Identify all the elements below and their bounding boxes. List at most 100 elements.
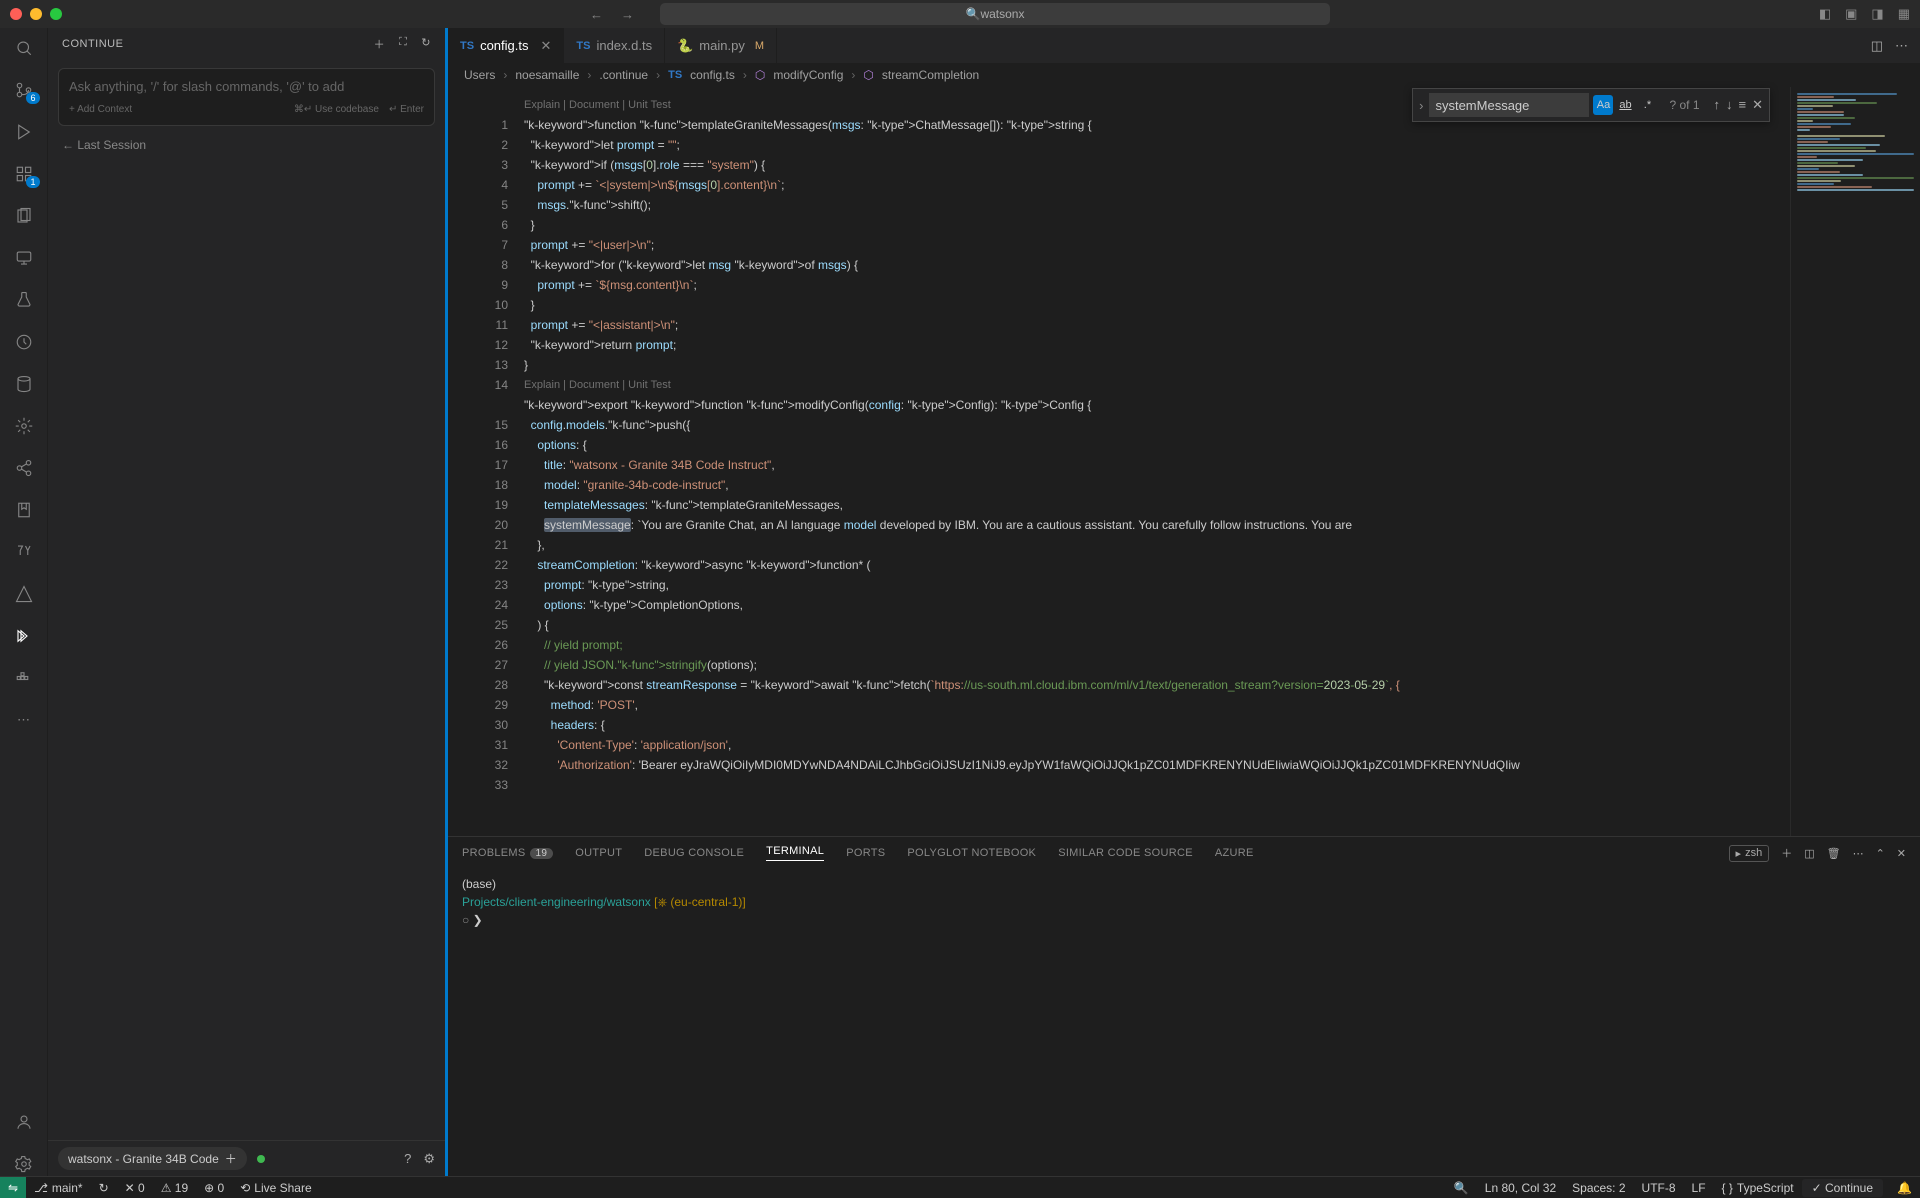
crumb[interactable]: streamCompletion (882, 68, 979, 82)
kill-terminal-icon[interactable]: 🗑 (1827, 847, 1841, 860)
tab-label: main.py (699, 38, 745, 53)
split-editor-icon[interactable]: ◫ (1871, 38, 1883, 54)
live-share[interactable]: ⟲ Live Share (232, 1181, 319, 1195)
panel-tab-ports[interactable]: PORTS (846, 847, 885, 859)
close-window[interactable] (10, 8, 22, 20)
window-controls (10, 8, 62, 20)
add-context-button[interactable]: + Add Context (69, 104, 132, 115)
share-icon[interactable] (12, 456, 36, 480)
docker-icon[interactable] (12, 666, 36, 690)
accounts-icon[interactable] (12, 1110, 36, 1134)
panel-tab-terminal[interactable]: TERMINAL (766, 845, 824, 861)
status-warnings[interactable]: ⚠ 19 (153, 1181, 196, 1195)
more-icon[interactable]: ⋯ (12, 708, 36, 732)
eol[interactable]: LF (1684, 1181, 1714, 1195)
last-session-link[interactable]: ← Last Session (48, 130, 445, 160)
yaml-icon[interactable] (12, 540, 36, 564)
status-bar: ⇋ ⎇ main* ↻ ✕ 0 ⚠ 19 ⊕ 0 ⟲ Live Share 🔍 … (0, 1176, 1920, 1198)
source-control-icon[interactable]: 6 (12, 78, 36, 102)
command-center[interactable]: 🔍 watsonx (660, 3, 1330, 25)
match-word-icon[interactable]: ab (1615, 95, 1635, 115)
history-icon[interactable]: ↻ (421, 36, 431, 52)
status-ports[interactable]: ⊕ 0 (196, 1181, 232, 1195)
remote-explorer-icon[interactable] (12, 246, 36, 270)
crumb[interactable]: modifyConfig (773, 68, 843, 82)
chat-input[interactable]: Ask anything, '/' for slash commands, '@… (58, 68, 435, 126)
customize-layout-icon[interactable]: ▦ (1898, 6, 1910, 22)
panel-tab-problems[interactable]: PROBLEMS19 (462, 847, 553, 859)
panel-tab-similar[interactable]: SIMILAR CODE SOURCE (1058, 847, 1193, 859)
focus-icon[interactable]: ⛶ (399, 36, 407, 52)
new-terminal-icon[interactable]: ＋ (1781, 845, 1792, 861)
status-errors[interactable]: ✕ 0 (117, 1181, 153, 1195)
chat-placeholder: Ask anything, '/' for slash commands, '@… (69, 79, 424, 94)
panel-tab-debug[interactable]: DEBUG CONSOLE (644, 847, 744, 859)
close-panel-icon[interactable]: ✕ (1897, 847, 1906, 860)
panel-tab-azure[interactable]: AZURE (1215, 847, 1254, 859)
find-close-icon[interactable]: ✕ (1752, 97, 1763, 113)
extensions-icon[interactable]: 1 (12, 162, 36, 186)
gitlens-icon[interactable] (12, 330, 36, 354)
settings-icon[interactable]: ⚙ (423, 1151, 435, 1167)
crumb[interactable]: Users (464, 68, 495, 82)
toggle-secondary-sidebar-icon[interactable]: ◨ (1871, 6, 1883, 22)
indent[interactable]: Spaces: 2 (1564, 1181, 1633, 1195)
notifications-icon[interactable]: 🔔 (1889, 1181, 1920, 1195)
language-mode[interactable]: { } TypeScript (1714, 1181, 1802, 1195)
cursor-position[interactable]: Ln 80, Col 32 (1477, 1181, 1564, 1195)
minimize-window[interactable] (30, 8, 42, 20)
tab-index-dts[interactable]: TS index.d.ts (564, 28, 665, 63)
terminal-content[interactable]: (base) Projects/client-engineering/watso… (448, 869, 1920, 1176)
help-icon[interactable]: ? (404, 1151, 411, 1167)
nav-forward-icon[interactable]: → (621, 7, 634, 22)
code-content[interactable]: Explain | Document | Unit Test"k-keyword… (508, 87, 1790, 836)
panel-tab-polyglot[interactable]: POLYGLOT NOTEBOOK (907, 847, 1036, 859)
new-session-icon[interactable]: ＋ (374, 36, 386, 52)
model-selector[interactable]: watsonx - Granite 34B Code ＋ (58, 1147, 247, 1170)
close-tab-icon[interactable]: ✕ (540, 38, 551, 54)
continue-icon[interactable] (12, 624, 36, 648)
run-debug-icon[interactable] (12, 120, 36, 144)
more-actions-icon[interactable]: ⋯ (1895, 38, 1908, 54)
code-editor[interactable]: 1234567891011121314 15161718192021222324… (448, 87, 1920, 836)
add-model-icon[interactable]: ＋ (225, 1150, 237, 1167)
terminal-more-icon[interactable]: ⋯ (1853, 847, 1864, 860)
toggle-replace-icon[interactable]: › (1413, 98, 1429, 113)
database-icon[interactable] (12, 372, 36, 396)
split-terminal-icon[interactable]: ◫ (1804, 847, 1814, 860)
find-selection-icon[interactable]: ≡ (1739, 97, 1747, 113)
crumb[interactable]: config.ts (690, 68, 735, 82)
azure-icon[interactable] (12, 582, 36, 606)
manage-icon[interactable] (12, 1152, 36, 1176)
bookmark-icon[interactable] (12, 498, 36, 522)
toggle-panel-icon[interactable]: ▣ (1845, 6, 1857, 22)
continue-status[interactable]: ✓ Continue (1802, 1179, 1883, 1197)
panel-tab-output[interactable]: OUTPUT (575, 847, 622, 859)
files-icon[interactable] (12, 204, 36, 228)
terminal-selector[interactable]: ▸ zsh (1729, 845, 1770, 862)
testing-icon[interactable] (12, 288, 36, 312)
git-sync[interactable]: ↻ (91, 1181, 117, 1195)
match-case-icon[interactable]: Aa (1593, 95, 1613, 115)
zoom-icon[interactable]: 🔍 (1446, 1181, 1477, 1195)
breadcrumb[interactable]: Users› noesamaille› .continue› TS config… (448, 63, 1920, 87)
find-prev-icon[interactable]: ↑ (1714, 97, 1721, 113)
find-input[interactable] (1429, 93, 1589, 117)
nav-back-icon[interactable]: ← (590, 7, 603, 22)
tab-label: index.d.ts (596, 38, 652, 53)
git-branch[interactable]: ⎇ main* (26, 1181, 91, 1195)
crumb[interactable]: noesamaille (515, 68, 579, 82)
maximize-window[interactable] (50, 8, 62, 20)
regex-icon[interactable]: .* (1637, 95, 1657, 115)
encoding[interactable]: UTF-8 (1634, 1181, 1684, 1195)
remote-indicator[interactable]: ⇋ (0, 1177, 26, 1198)
minimap[interactable] (1790, 87, 1920, 836)
find-next-icon[interactable]: ↓ (1726, 97, 1733, 113)
tab-main-py[interactable]: 🐍 main.py M (665, 28, 777, 63)
crumb[interactable]: .continue (599, 68, 648, 82)
explorer-icon[interactable] (12, 36, 36, 60)
settings-cog-icon[interactable] (12, 414, 36, 438)
maximize-panel-icon[interactable]: ⌃ (1876, 847, 1885, 860)
tab-config-ts[interactable]: TS config.ts ✕ (448, 28, 564, 63)
toggle-primary-sidebar-icon[interactable]: ◧ (1819, 6, 1831, 22)
